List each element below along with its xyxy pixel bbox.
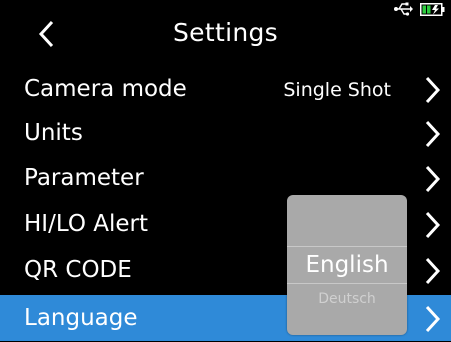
picker-divider [287, 283, 407, 284]
chevron-right-icon [425, 76, 441, 104]
usb-icon [394, 2, 413, 16]
language-option-english[interactable]: English [287, 251, 407, 279]
page-title: Settings [173, 18, 278, 47]
chevron-right-icon [425, 305, 441, 333]
menu-item-label: Parameter [24, 165, 144, 191]
menu-item-value: Single Shot [283, 79, 391, 101]
picker-divider [287, 246, 407, 247]
chevron-right-icon [425, 120, 441, 148]
language-option-deutsch[interactable]: Deutsch [287, 290, 407, 308]
menu-item-label: Language [24, 305, 138, 331]
language-picker[interactable]: English Deutsch [287, 195, 407, 335]
chevron-right-icon [425, 165, 441, 193]
chevron-right-icon [425, 257, 441, 285]
header-bar: Settings [0, 0, 451, 62]
menu-item-label: Camera mode [24, 76, 187, 102]
menu-item-camera-mode[interactable]: Camera mode Single Shot [0, 66, 451, 112]
battery-charging-icon [420, 3, 445, 16]
menu-item-label: HI/LO Alert [24, 211, 148, 237]
menu-item-units[interactable]: Units [0, 110, 451, 156]
chevron-right-icon [425, 211, 441, 239]
menu-item-label: Units [24, 120, 83, 146]
menu-item-label: QR CODE [24, 257, 132, 283]
